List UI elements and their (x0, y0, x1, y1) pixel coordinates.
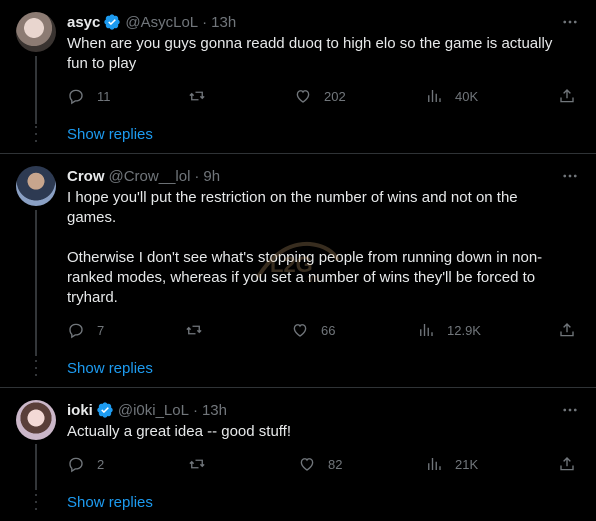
thread-dots (35, 494, 37, 510)
show-replies-link[interactable]: Show replies (67, 494, 153, 511)
action-bar: 7 66 12.9K (67, 320, 579, 340)
retweet-icon (189, 91, 205, 101)
reply-button[interactable]: 2 (67, 454, 104, 474)
show-replies-link[interactable]: Show replies (67, 126, 153, 143)
display-name[interactable]: Crow (67, 168, 105, 185)
separator-dot: · (192, 401, 198, 419)
timestamp[interactable]: 9h (203, 168, 220, 185)
views-count: 12.9K (447, 322, 481, 338)
display-name[interactable]: asyc (67, 14, 100, 31)
tweet-text: When are you guys gonna readd duoq to hi… (67, 35, 557, 72)
handle[interactable]: @Crow__lol (109, 168, 191, 185)
display-name[interactable]: ioki (67, 402, 93, 419)
thread-line (35, 56, 37, 124)
avatar[interactable] (16, 400, 56, 440)
like-icon (300, 458, 314, 471)
reply-button[interactable]: 11 (67, 86, 111, 106)
like-button[interactable]: 202 (294, 86, 346, 106)
reply-count: 2 (97, 456, 105, 472)
views-button[interactable]: 40K (425, 86, 478, 106)
reply-icon (69, 457, 83, 473)
views-count: 21K (455, 456, 479, 472)
like-count: 66 (321, 322, 336, 338)
views-button[interactable]: 12.9K (417, 320, 481, 340)
timestamp[interactable]: 13h (202, 402, 227, 419)
share-icon (560, 323, 574, 337)
tweet-text: I hope you'll put the restriction on the… (67, 189, 543, 306)
handle[interactable]: @AsycLoL (125, 14, 198, 31)
views-count: 40K (455, 88, 479, 104)
retweet-button[interactable] (188, 454, 218, 474)
more-icon[interactable] (560, 400, 580, 420)
reply-button[interactable]: 7 (67, 320, 104, 340)
share-button[interactable] (558, 320, 576, 340)
reply-count: 7 (97, 322, 105, 338)
views-icon (428, 458, 441, 470)
action-bar: 2 82 21K (67, 454, 579, 474)
like-button[interactable]: 82 (298, 454, 342, 474)
reply-count: 11 (97, 88, 111, 104)
separator-dot: · (202, 13, 208, 31)
views-icon (420, 324, 433, 336)
like-button[interactable]: 66 (291, 320, 335, 340)
thread-line (35, 444, 37, 490)
like-count: 82 (328, 456, 343, 472)
share-button[interactable] (558, 86, 576, 106)
reply-icon (69, 89, 83, 105)
action-bar: 11 202 40K (67, 86, 579, 106)
verified-badge-icon (97, 402, 113, 418)
more-icon[interactable] (560, 12, 580, 32)
retweet-button[interactable] (188, 86, 218, 106)
share-button[interactable] (558, 454, 576, 474)
handle[interactable]: @i0ki_LoL (118, 402, 189, 419)
verified-badge-icon (104, 14, 121, 30)
thread-dots (35, 126, 37, 142)
timestamp[interactable]: 13h (211, 14, 236, 31)
retweet-icon (186, 325, 202, 335)
divider (0, 153, 596, 154)
avatar[interactable] (16, 12, 56, 52)
separator-dot: · (194, 167, 200, 185)
avatar[interactable] (16, 166, 56, 206)
thread-line (35, 210, 37, 356)
show-replies-link[interactable]: Show replies (67, 360, 153, 377)
reply-icon (69, 323, 83, 339)
views-button[interactable]: 21K (425, 454, 478, 474)
more-icon[interactable] (560, 166, 580, 186)
retweet-icon (189, 459, 205, 469)
divider (0, 387, 596, 388)
like-icon (296, 90, 310, 103)
like-count: 202 (324, 88, 346, 104)
tweet-text: Actually a great idea -- good stuff! (67, 423, 292, 440)
share-icon (560, 457, 574, 471)
retweet-button[interactable] (185, 320, 215, 340)
share-icon (560, 89, 574, 103)
like-icon (293, 324, 307, 337)
views-icon (428, 90, 441, 102)
thread-dots (35, 360, 37, 376)
